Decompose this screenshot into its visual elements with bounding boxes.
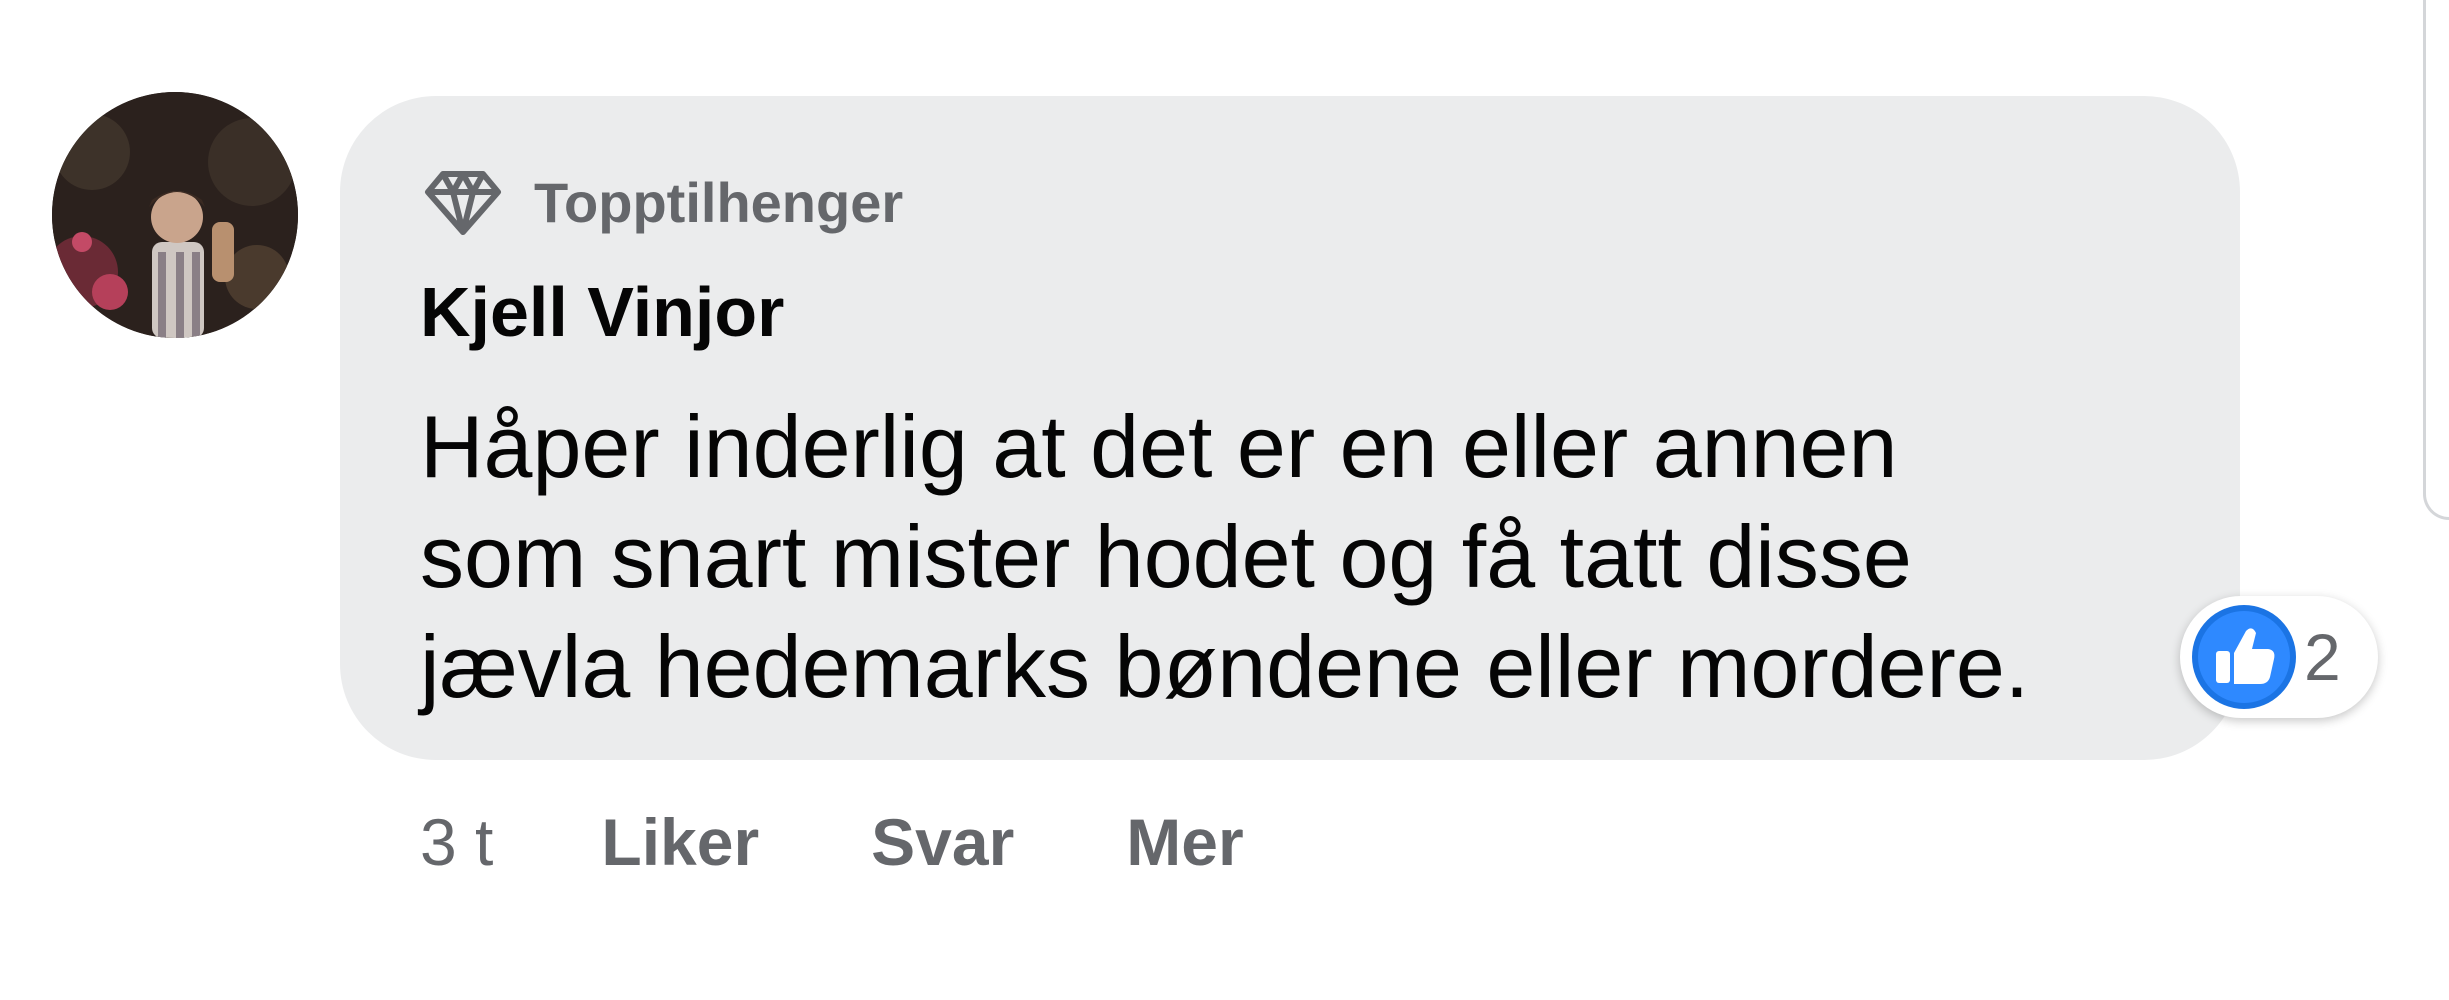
avatar[interactable] (52, 92, 298, 338)
like-icon (2192, 605, 2296, 709)
comment-line: jævla hedemarks bøndene eller mordere. (420, 617, 2030, 716)
scrollbar[interactable] (2423, 0, 2449, 520)
comment-text: Håper inderlig at det er en eller annen … (420, 392, 2180, 722)
comment-timestamp[interactable]: 3 t (420, 804, 493, 880)
reaction-count: 2 (2304, 620, 2341, 694)
reaction-summary[interactable]: 2 (2180, 596, 2378, 718)
like-button[interactable]: Liker (601, 804, 759, 880)
comment-line: Håper inderlig at det er en eller annen (420, 397, 1898, 496)
comment-actions: 3 t Liker Svar Mer (420, 800, 1244, 884)
diamond-icon (425, 171, 501, 235)
badge-label: Topptilhenger (534, 170, 904, 234)
more-button[interactable]: Mer (1126, 804, 1243, 880)
comment-line: som snart mister hodet og få tatt disse (420, 507, 1912, 606)
top-fan-badge: Topptilhenger (420, 166, 903, 238)
reply-button[interactable]: Svar (871, 804, 1014, 880)
comment-author[interactable]: Kjell Vinjor (420, 272, 784, 353)
